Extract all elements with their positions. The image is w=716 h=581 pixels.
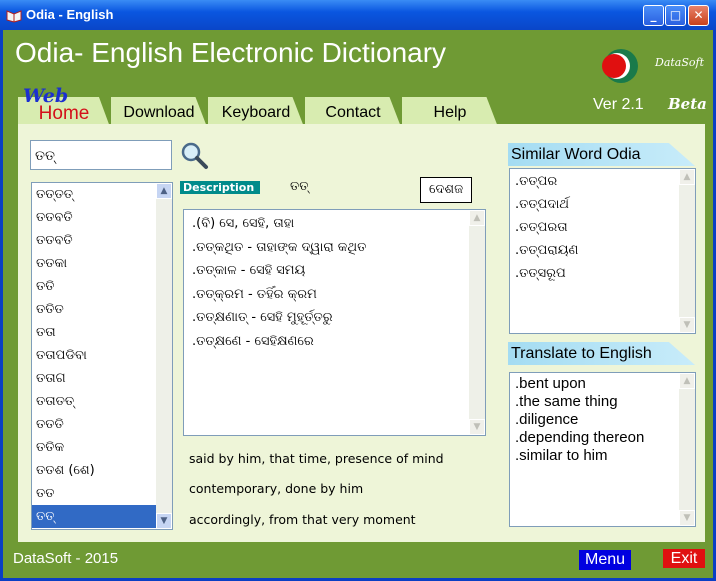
english-meaning-line: said by him, that time, presence of mind: [189, 451, 444, 466]
title-bar[interactable]: Odia - English _ □ ✕: [0, 0, 716, 30]
description-scrollbar[interactable]: ▲ ▼: [469, 210, 485, 435]
translation-item: .diligence: [515, 411, 579, 428]
description-line: .ତତ୍‌କ୍ରମ - ତହିଁର କ୍ରମ: [192, 286, 317, 302]
app-title: Odia- English Electronic Dictionary: [15, 37, 447, 68]
tab-label: Download: [123, 104, 195, 121]
menu-button[interactable]: Menu: [579, 550, 631, 570]
scroll-up-icon[interactable]: ▲: [156, 183, 172, 199]
scroll-up-icon[interactable]: ▲: [679, 169, 695, 185]
list-item[interactable]: ତତବତି: [32, 206, 172, 229]
datasoft-logo-icon: [602, 49, 638, 83]
list-item[interactable]: ତତତି: [32, 413, 172, 436]
exit-button[interactable]: Exit: [663, 549, 705, 568]
scroll-down-icon[interactable]: ▼: [156, 513, 172, 529]
list-item[interactable]: ତତଶ (ଶେ): [32, 459, 172, 482]
list-item[interactable]: ତତା: [32, 321, 172, 344]
list-item[interactable]: ତତ: [32, 482, 172, 505]
similar-words-heading: Similar Word Odia: [508, 143, 695, 166]
description-word: ତତ୍: [290, 179, 309, 194]
list-item[interactable]: .ତତ୍ସରୂପ: [510, 262, 695, 285]
search-input[interactable]: [30, 140, 172, 170]
scroll-down-icon[interactable]: ▼: [679, 510, 695, 526]
list-item[interactable]: ତତାତତ୍: [32, 390, 172, 413]
magnifier-icon: [181, 142, 208, 169]
footer-copyright: DataSoft - 2015: [13, 550, 119, 567]
english-meaning-line: accordingly, from that very moment: [189, 512, 416, 527]
list-item[interactable]: .ତତ୍ପର: [510, 170, 695, 193]
translate-heading: Translate to English: [508, 342, 695, 365]
web-label: Web: [23, 85, 69, 107]
description-line: .ତତ୍‌କ୍ଷଣେ - ସେହିକ୍ଷଣରେ: [192, 333, 314, 349]
list-item[interactable]: ତତାଗ: [32, 367, 172, 390]
close-button[interactable]: ✕: [688, 5, 709, 26]
translation-scrollbar[interactable]: ▲ ▼: [679, 373, 695, 526]
translation-item: .depending thereon: [515, 429, 645, 446]
tab-label: Contact: [325, 104, 381, 121]
list-item[interactable]: .ତତ୍ପରତା: [510, 216, 695, 239]
search-button[interactable]: [179, 140, 209, 170]
tab-label: Help: [433, 104, 467, 121]
list-item-selected[interactable]: ତତ୍: [32, 505, 172, 528]
logo-text: DataSoft: [655, 56, 705, 69]
translation-item: .bent upon: [515, 375, 586, 392]
list-item[interactable]: ତତବତି: [32, 229, 172, 252]
tab-download[interactable]: Download: [111, 97, 207, 127]
minimize-icon: _: [650, 8, 657, 22]
list-item[interactable]: ତତ୍‌ତତ୍: [32, 183, 172, 206]
similar-words-scrollbar[interactable]: ▲ ▼: [679, 169, 695, 333]
close-icon: ✕: [693, 8, 704, 22]
maximize-icon: □: [669, 8, 682, 22]
app-window: Odia - English _ □ ✕ Odia- English Elect…: [0, 0, 716, 581]
description-line: .ତତ୍‌କଥିତ - ତାହାଙ୍କ ଦ୍ୱାରା କଥିତ: [192, 239, 367, 255]
list-item[interactable]: ତତାପଡିବା: [32, 344, 172, 367]
book-icon: [6, 7, 22, 23]
tab-keyboard[interactable]: Keyboard: [208, 97, 304, 127]
list-item[interactable]: .ତତ୍ପଦାର୍ଥ: [510, 193, 695, 216]
scroll-down-icon[interactable]: ▼: [469, 419, 485, 435]
translation-item: .the same thing: [515, 393, 618, 410]
description-line: .ତତ୍‌କ୍ଷଣାତ୍ - ସେହି ମୁହୂର୍ତ୍ତରୁ: [192, 310, 333, 325]
list-item[interactable]: ତତି: [32, 275, 172, 298]
description-label: Description: [180, 181, 260, 194]
list-item[interactable]: .ତତ୍ପରାୟଣ: [510, 239, 695, 262]
similar-words-list[interactable]: .ତତ୍ପର .ତତ୍ପଦାର୍ଥ .ତତ୍ପରତା .ତତ୍ପରାୟଣ .ତତ…: [509, 168, 696, 334]
tab-label: Keyboard: [221, 104, 291, 121]
window-title: Odia - English: [26, 7, 114, 22]
version-label: Ver 2.1: [593, 96, 644, 113]
word-list[interactable]: ତତ୍‌ତତ୍ ତତବତି ତତବତି ତତକା ତତି ତତିତ ତତା ତତ…: [31, 182, 173, 530]
word-list-scrollbar[interactable]: ▲ ▼: [156, 183, 172, 529]
tab-contact[interactable]: Contact: [305, 97, 401, 127]
tab-help[interactable]: Help: [402, 97, 498, 127]
scroll-up-icon[interactable]: ▲: [469, 210, 485, 226]
description-line: .ତତ୍‌କାଳ - ସେହି ସମୟ: [192, 263, 306, 278]
beta-label: Beta: [668, 95, 707, 113]
scroll-up-icon[interactable]: ▲: [679, 373, 695, 389]
translation-list[interactable]: .bent upon .the same thing .diligence .d…: [509, 372, 696, 527]
list-item[interactable]: ତତିତ: [32, 298, 172, 321]
minimize-button[interactable]: _: [643, 5, 664, 26]
description-line: .(ବି) ସେ, ସେହି, ତାହା: [192, 216, 295, 231]
scroll-down-icon[interactable]: ▼: [679, 317, 695, 333]
english-meaning-line: contemporary, done by him: [189, 481, 364, 496]
list-item[interactable]: ତତିକ: [32, 436, 172, 459]
translation-item: .similar to him: [515, 447, 608, 464]
description-box[interactable]: .(ବି) ସେ, ସେହି, ତାହା .ତତ୍‌କଥିତ - ତାହାଙ୍କ…: [183, 209, 486, 436]
list-item[interactable]: ତତକା: [32, 252, 172, 275]
maximize-button[interactable]: □: [665, 5, 686, 26]
part-of-speech-box: ଦେଶଜ: [420, 177, 472, 203]
